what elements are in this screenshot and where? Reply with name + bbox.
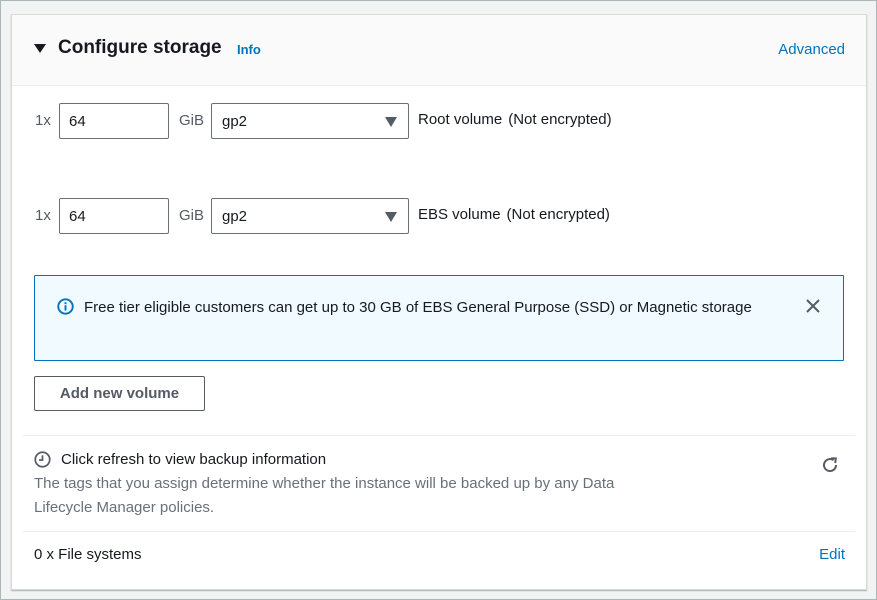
- backup-info-description: The tags that you assign determine wheth…: [34, 475, 615, 516]
- volume-encryption: (Not encrypted): [508, 111, 612, 128]
- clock-icon: [34, 451, 51, 468]
- backup-info-title: Click refresh to view backup information: [61, 451, 327, 468]
- divider: [23, 531, 855, 532]
- root-volume-type-select[interactable]: gp2: [211, 103, 409, 139]
- root-volume-row: 1x GiB gp2 Root volume (Not encrypted): [12, 103, 866, 139]
- root-volume-size-input[interactable]: [59, 103, 169, 139]
- volume-type-value: gp2: [222, 208, 248, 225]
- volume-quantity: 1x: [35, 207, 51, 224]
- refresh-icon[interactable]: [820, 455, 840, 475]
- divider: [23, 435, 855, 436]
- info-circle-icon: [57, 298, 74, 315]
- ebs-volume-type-select[interactable]: gp2: [211, 198, 409, 234]
- volume-description: Root volume (Not encrypted): [418, 111, 612, 128]
- info-link[interactable]: Info: [237, 42, 261, 57]
- free-tier-info-alert: Free tier eligible customers can get up …: [34, 275, 844, 361]
- caret-down-icon: [385, 212, 397, 222]
- caret-down-icon: [385, 117, 397, 127]
- volume-unit: GiB: [179, 207, 205, 224]
- volume-label: EBS volume: [418, 206, 501, 223]
- alert-message: Free tier eligible customers can get up …: [84, 299, 752, 316]
- close-icon[interactable]: [805, 298, 821, 314]
- caret-down-icon[interactable]: [34, 44, 46, 53]
- ebs-volume-size-input[interactable]: [59, 198, 169, 234]
- volume-quantity: 1x: [35, 112, 51, 129]
- file-systems-count: 0 x File systems: [34, 546, 142, 563]
- volume-label: Root volume: [418, 111, 503, 128]
- add-new-volume-button[interactable]: Add new volume: [34, 376, 205, 411]
- panel-header[interactable]: Configure storage Info Advanced: [12, 15, 866, 86]
- ebs-volume-row: 1x GiB gp2 EBS volume (Not encrypted): [12, 198, 866, 234]
- volume-description: EBS volume (Not encrypted): [418, 206, 610, 223]
- volume-encryption: (Not encrypted): [506, 206, 610, 223]
- configure-storage-panel: Configure storage Info Advanced 1x GiB g…: [11, 14, 867, 590]
- volume-type-value: gp2: [222, 113, 248, 130]
- volume-unit: GiB: [179, 112, 205, 129]
- panel-title: Configure storage: [58, 37, 222, 58]
- edit-file-systems-link[interactable]: Edit: [819, 546, 845, 563]
- advanced-link[interactable]: Advanced: [778, 41, 845, 58]
